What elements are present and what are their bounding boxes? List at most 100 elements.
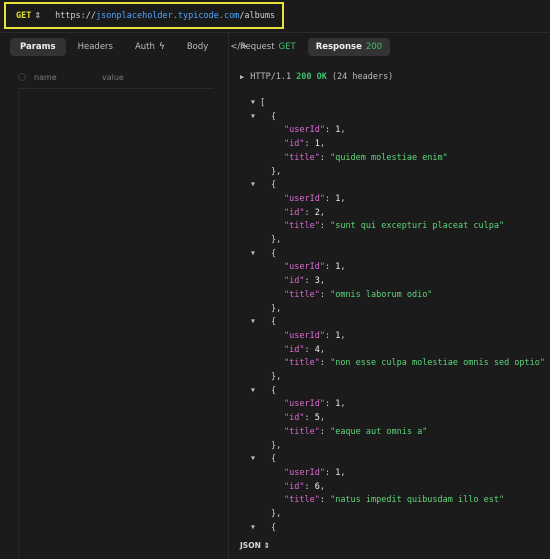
http-version: HTTP/1.1 <box>250 72 292 82</box>
header-count: (24 headers) <box>331 72 394 82</box>
params-col-value: value <box>102 72 124 82</box>
status-code: 200 OK <box>296 72 327 82</box>
json-colon: : <box>319 426 331 437</box>
json-line: "userId": 1, <box>284 467 345 481</box>
json-value: "non esse culpa molestiae omnis sed opti… <box>330 358 545 369</box>
json-key: "id" <box>284 139 305 150</box>
json-colon: : <box>304 207 315 218</box>
json-comma: , <box>340 467 346 478</box>
json-line: "title": "non esse culpa molestiae omnis… <box>284 357 545 371</box>
json-line: "id": 4, <box>284 344 325 358</box>
url-input[interactable]: https://jsonplaceholder.typicode.com/alb… <box>55 11 275 21</box>
json-key: "userId" <box>284 399 325 410</box>
status-row[interactable]: ▶ HTTP/1.1 200 OK (24 headers) <box>240 72 393 82</box>
json-comma: , <box>319 344 325 355</box>
json-comma: , <box>319 276 325 287</box>
response-tabs: Request GET Response 200 <box>232 37 394 57</box>
collapse-arrow-icon[interactable]: ▼ <box>251 454 255 462</box>
json-key: "id" <box>284 207 305 218</box>
json-brace: }, <box>271 166 282 177</box>
json-line: "title": "natus impedit quibusdam illo e… <box>284 494 504 508</box>
tab-request[interactable]: Request GET <box>232 38 304 56</box>
format-label: JSON <box>240 541 261 550</box>
json-key: "title" <box>284 152 320 163</box>
json-line: { <box>271 248 276 262</box>
json-viewer: [▼{▼ "userId": 1, "id": 1, "title": "quidem… <box>240 97 545 537</box>
expand-triangle-icon[interactable]: ▶ <box>240 73 244 81</box>
json-comma: , <box>340 193 346 204</box>
json-brace: }, <box>271 509 282 519</box>
collapse-arrow-icon[interactable]: ▼ <box>251 180 255 188</box>
json-colon: : <box>304 276 315 287</box>
collapse-arrow-icon[interactable]: ▼ <box>251 523 255 531</box>
json-value: "omnis laborum odio" <box>330 289 433 300</box>
collapse-arrow-icon[interactable]: ▼ <box>251 112 255 120</box>
method-select[interactable]: GET <box>16 11 31 21</box>
json-brace: { <box>271 248 277 259</box>
json-line: { <box>271 111 276 125</box>
tab-request-label: Request <box>240 42 275 52</box>
json-key: "title" <box>284 426 320 437</box>
json-colon: : <box>324 330 336 341</box>
json-key: "title" <box>284 289 320 300</box>
tab-headers-label: Headers <box>77 42 113 52</box>
json-colon: : <box>304 344 315 355</box>
json-colon: : <box>324 399 336 410</box>
json-line: "title": "sunt qui excepturi placeat cul… <box>284 220 504 234</box>
json-line: }, <box>271 440 281 454</box>
json-line: "userId": 1, <box>284 124 345 138</box>
json-comma: , <box>319 413 325 424</box>
json-key: "title" <box>284 495 320 506</box>
json-key: "userId" <box>284 330 325 341</box>
json-brace: }, <box>271 372 282 382</box>
json-comma: , <box>340 125 346 136</box>
tab-auth[interactable]: Auth ϟ <box>125 38 175 56</box>
top-divider <box>0 32 550 33</box>
json-line: }, <box>271 508 281 522</box>
json-colon: : <box>319 221 331 232</box>
json-brace: { <box>271 111 277 122</box>
json-brace: }, <box>271 235 282 245</box>
json-line: "id": 2, <box>284 207 325 221</box>
url-bar[interactable]: GET ⇕ https://jsonplaceholder.typicode.c… <box>4 2 284 29</box>
json-brace: { <box>271 385 277 396</box>
method-caret-icon[interactable]: ⇕ <box>34 11 41 20</box>
json-comma: , <box>319 207 325 218</box>
tab-body[interactable]: Body <box>177 38 218 56</box>
json-key: "userId" <box>284 262 325 273</box>
json-line: "title": "omnis laborum odio" <box>284 289 432 303</box>
request-tabs: Params Headers Auth ϟ Body </> <box>10 37 259 57</box>
tab-params[interactable]: Params <box>10 38 66 56</box>
tab-response[interactable]: Response 200 <box>307 38 391 56</box>
json-colon: : <box>304 139 315 150</box>
json-line: { <box>271 522 276 536</box>
url-path: /albums <box>239 10 276 21</box>
json-line: "id": 3, <box>284 275 325 289</box>
collapse-arrow-icon[interactable]: ▼ <box>251 98 255 106</box>
json-key: "id" <box>284 413 305 424</box>
json-brace: }, <box>271 303 282 314</box>
json-colon: : <box>319 152 331 163</box>
json-colon: : <box>324 262 336 273</box>
collapse-arrow-icon[interactable]: ▼ <box>251 317 255 325</box>
json-comma: , <box>319 481 325 492</box>
format-select[interactable]: JSON ⇕ <box>240 541 270 550</box>
params-checkbox[interactable] <box>18 73 26 81</box>
collapse-arrow-icon[interactable]: ▼ <box>251 386 255 394</box>
json-key: "userId" <box>284 125 325 136</box>
collapse-arrow-icon[interactable]: ▼ <box>251 249 255 257</box>
json-line: "userId": 1, <box>284 398 345 412</box>
json-brace: { <box>271 522 277 533</box>
json-colon: : <box>324 193 336 204</box>
json-line: { <box>271 453 276 467</box>
tab-request-method: GET <box>278 42 296 52</box>
pane-divider[interactable] <box>228 33 229 559</box>
format-caret-icon: ⇕ <box>263 541 270 550</box>
json-line: "id": 5, <box>284 412 325 426</box>
json-key: "userId" <box>284 193 325 204</box>
json-brace: { <box>271 180 277 191</box>
tab-headers[interactable]: Headers <box>68 38 123 56</box>
json-colon: : <box>319 495 331 506</box>
json-value: "natus impedit quibusdam illo est" <box>330 495 505 506</box>
json-key: "title" <box>284 358 320 369</box>
